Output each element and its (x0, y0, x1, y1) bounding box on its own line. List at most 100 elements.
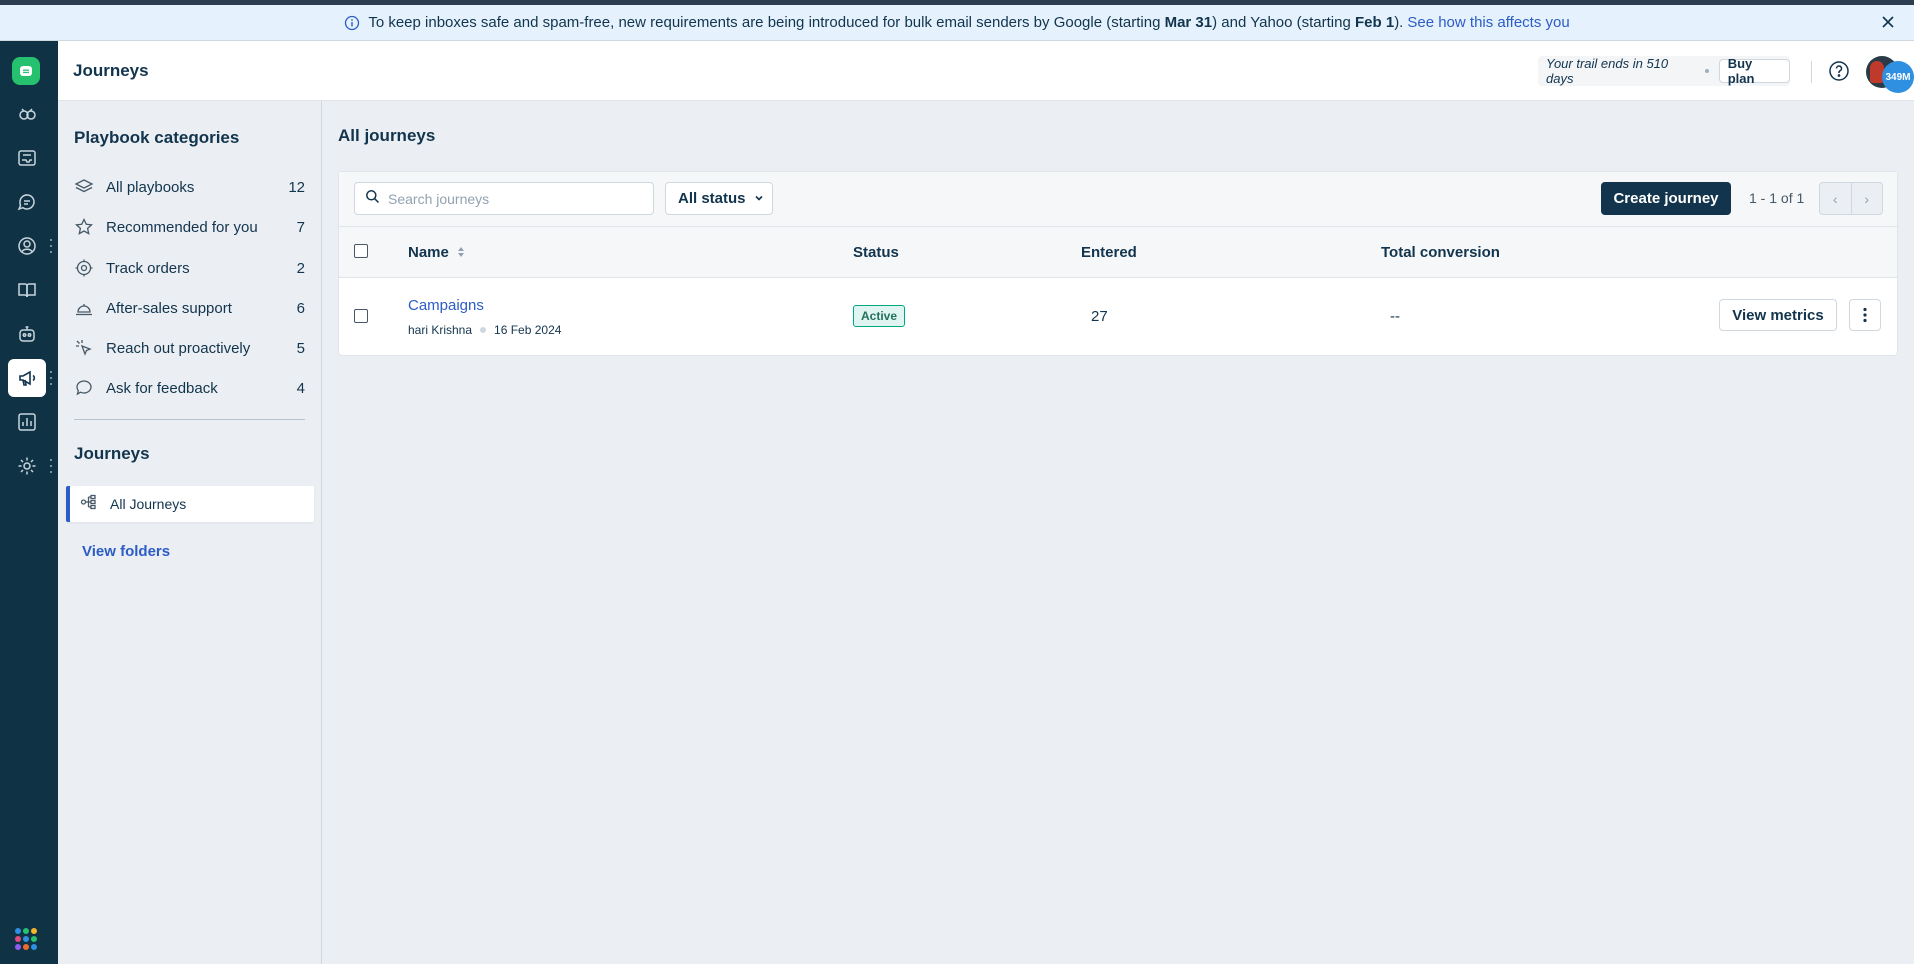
banner-text-2: ) and Yahoo (starting (1212, 14, 1351, 31)
info-icon (344, 15, 360, 31)
next-page-icon[interactable]: › (1852, 183, 1883, 214)
category-reach-out[interactable]: Reach out proactively 5 (74, 336, 305, 360)
category-feedback[interactable]: Ask for feedback 4 (74, 376, 305, 400)
rail-bugs-icon[interactable] (8, 95, 46, 133)
column-name-label: Name (408, 244, 449, 261)
category-after-sales[interactable]: After-sales support 6 (74, 296, 305, 320)
journey-flow-icon (80, 493, 98, 516)
app-switcher-icon[interactable] (15, 928, 37, 950)
announcement-banner: To keep inboxes safe and spam-free, new … (0, 5, 1914, 41)
column-total-conversion: Total conversion (1381, 244, 1500, 261)
table-toolbar: All status Create journey 1 - 1 of 1 ‹ › (339, 172, 1897, 227)
journeys-table-card: All status Create journey 1 - 1 of 1 ‹ ›… (338, 171, 1898, 356)
rail-contacts-more-icon[interactable] (49, 239, 53, 253)
chevron-down-icon (754, 190, 764, 208)
page-header: Journeys Your trail ends in 510 days Buy… (58, 41, 1914, 101)
category-count: 7 (296, 218, 305, 236)
trial-text: Your trail ends in 510 days (1546, 56, 1669, 86)
category-count: 2 (296, 259, 305, 277)
rail-inbox-icon[interactable] (8, 139, 46, 177)
category-all-playbooks[interactable]: All playbooks 12 (74, 175, 305, 199)
category-label: Recommended for you (106, 218, 258, 236)
category-count: 5 (296, 339, 305, 357)
service-bell-icon (74, 298, 94, 318)
category-label: After-sales support (106, 299, 232, 317)
category-label: Track orders (106, 259, 190, 277)
sidebar-item-all-journeys[interactable]: All Journeys (66, 486, 314, 522)
banner-date-google: Mar 31 (1164, 14, 1213, 31)
more-options-icon[interactable] (1849, 299, 1881, 331)
avatar[interactable]: 349M (1866, 56, 1914, 93)
rail-analytics-icon[interactable] (8, 403, 46, 441)
rail-knowledge-base-icon[interactable] (8, 271, 46, 309)
categories-heading: Playbook categories (74, 128, 240, 147)
pagination-text: 1 - 1 of 1 (1749, 190, 1805, 206)
trial-info: Your trail ends in 510 days Buy plan (1538, 56, 1791, 86)
search-input[interactable] (388, 190, 638, 207)
view-folders-link[interactable]: View folders (82, 543, 170, 560)
journeys-heading: Journeys (74, 444, 150, 463)
search-box[interactable] (354, 182, 654, 215)
cursor-click-icon (74, 338, 94, 358)
select-all-checkbox[interactable] (354, 244, 368, 258)
pagination-controls: ‹ › (1819, 182, 1883, 215)
rail-campaigns-icon[interactable] (8, 359, 46, 397)
table-row: Campaigns hari Krishna 16 Feb 2024 Activ… (339, 278, 1897, 356)
brand-logo[interactable] (12, 57, 40, 85)
search-icon (365, 189, 380, 209)
banner-date-yahoo: Feb 1 (1355, 14, 1395, 31)
app-rail (0, 41, 58, 964)
sidebar-divider (74, 419, 305, 420)
layers-icon (74, 177, 94, 197)
chat-bubble-icon (74, 378, 94, 398)
rail-settings-icon[interactable] (8, 447, 46, 485)
journey-name-link[interactable]: Campaigns (408, 297, 484, 314)
status-filter-label: All status (678, 190, 746, 207)
view-metrics-button[interactable]: View metrics (1719, 299, 1837, 331)
journey-date: 16 Feb 2024 (494, 323, 562, 337)
target-icon (74, 258, 94, 278)
rail-settings-more-icon[interactable] (49, 459, 53, 473)
avatar-badge: 349M (1882, 61, 1914, 93)
playbook-sidebar: Playbook categories All playbooks 12 Rec… (58, 101, 322, 964)
column-status: Status (853, 244, 899, 261)
buy-plan-button[interactable]: Buy plan (1718, 56, 1791, 86)
banner-link[interactable]: See how this affects you (1407, 14, 1569, 31)
column-entered: Entered (1081, 244, 1137, 261)
sidebar-item-label: All Journeys (110, 496, 187, 512)
header-divider (1811, 61, 1812, 83)
category-count: 4 (296, 379, 305, 397)
sort-icon[interactable] (457, 245, 465, 262)
category-track-orders[interactable]: Track orders 2 (74, 256, 305, 280)
close-icon[interactable] (1880, 14, 1896, 30)
rail-conversations-icon[interactable] (8, 183, 46, 221)
meta-separator (480, 327, 487, 333)
star-icon (74, 217, 94, 237)
journey-meta: hari Krishna 16 Feb 2024 (408, 323, 561, 337)
page-title: Journeys (73, 61, 149, 80)
total-conversion-value: -- (1390, 308, 1400, 325)
main-title: All journeys (338, 126, 436, 145)
status-badge: Active (853, 305, 906, 327)
create-journey-button[interactable]: Create journey (1601, 182, 1731, 215)
category-label: All playbooks (106, 178, 195, 196)
rail-contacts-icon[interactable] (8, 227, 46, 265)
journey-author: hari Krishna (408, 323, 473, 337)
column-name[interactable]: Name (408, 244, 465, 262)
status-filter-dropdown[interactable]: All status (665, 182, 773, 215)
row-checkbox[interactable] (354, 309, 368, 323)
banner-text-3: ). (1394, 14, 1404, 31)
rail-bot-icon[interactable] (8, 315, 46, 353)
trial-separator (1704, 69, 1709, 73)
category-count: 6 (296, 299, 305, 317)
help-icon[interactable] (1828, 60, 1850, 82)
category-count: 12 (288, 178, 305, 196)
table-header: Name Status Entered Total conversion (339, 227, 1897, 278)
category-recommended[interactable]: Recommended for you 7 (74, 215, 305, 239)
prev-page-icon[interactable]: ‹ (1820, 183, 1852, 214)
category-label: Reach out proactively (106, 339, 251, 357)
rail-campaigns-more-icon[interactable] (49, 371, 53, 385)
category-label: Ask for feedback (106, 379, 218, 397)
banner-text-1: To keep inboxes safe and spam-free, new … (368, 14, 1161, 31)
entered-value: 27 (1091, 308, 1108, 325)
